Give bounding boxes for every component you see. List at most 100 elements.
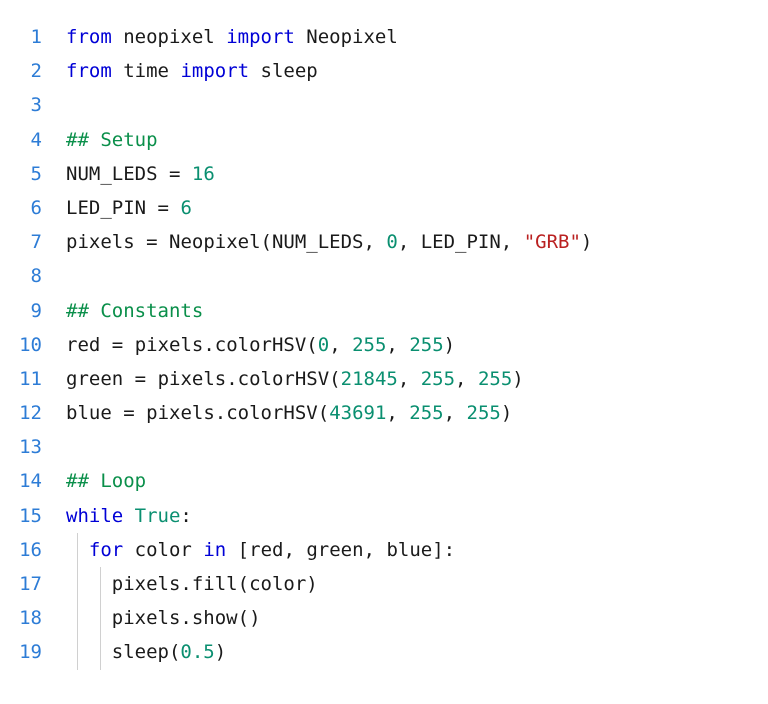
- line-number: 19: [0, 635, 42, 669]
- punctuation: (: [318, 402, 329, 424]
- code-line: sleep(0.5): [66, 635, 768, 669]
- identifier: NUM_LEDS: [272, 231, 364, 253]
- space: [180, 163, 191, 185]
- line-number: 11: [0, 362, 42, 396]
- identifier: show: [192, 607, 238, 629]
- identifier: Neopixel: [169, 231, 261, 253]
- space: [112, 60, 123, 82]
- code-line: ## Setup: [66, 123, 768, 157]
- number: 16: [192, 163, 215, 185]
- keyword: from: [66, 60, 112, 82]
- identifier: sleep: [261, 60, 318, 82]
- identifier: Neopixel: [306, 26, 398, 48]
- punctuation: ,: [329, 334, 352, 356]
- number: 255: [409, 402, 443, 424]
- space: [100, 334, 111, 356]
- indent-guide: [77, 601, 78, 635]
- space: [226, 539, 237, 561]
- number: 255: [421, 368, 455, 390]
- punctuation: ,: [455, 368, 478, 390]
- line-number: 17: [0, 567, 42, 601]
- number: 0: [318, 334, 329, 356]
- identifier: green: [306, 539, 363, 561]
- punctuation: .: [226, 368, 237, 390]
- code-line: green = pixels.colorHSV(21845, 255, 255): [66, 362, 768, 396]
- punctuation: :: [444, 539, 455, 561]
- code-line: ## Loop: [66, 464, 768, 498]
- space: [295, 26, 306, 48]
- code-line: NUM_LEDS = 16: [66, 157, 768, 191]
- punctuation: ): [215, 641, 226, 663]
- line-number: 8: [0, 259, 42, 293]
- number: 6: [180, 197, 191, 219]
- code-line: ## Constants: [66, 294, 768, 328]
- line-number: 12: [0, 396, 42, 430]
- punctuation: (: [238, 573, 249, 595]
- code-line: pixels.show(): [66, 601, 768, 635]
- operator: =: [169, 163, 180, 185]
- line-number: 18: [0, 601, 42, 635]
- identifier: NUM_LEDS: [66, 163, 158, 185]
- line-number: 7: [0, 225, 42, 259]
- identifier: pixels: [146, 402, 215, 424]
- line-number: 3: [0, 88, 42, 122]
- code-line: [66, 430, 768, 464]
- line-number: 1: [0, 20, 42, 54]
- punctuation: ,: [398, 231, 421, 253]
- punctuation: ): [444, 334, 455, 356]
- punctuation: .: [215, 402, 226, 424]
- line-number: 16: [0, 533, 42, 567]
- operator: =: [146, 231, 157, 253]
- punctuation: ,: [444, 402, 467, 424]
- space: [123, 505, 134, 527]
- line-number: 10: [0, 328, 42, 362]
- identifier: red: [66, 334, 100, 356]
- line-number: 5: [0, 157, 42, 191]
- punctuation: ): [501, 402, 512, 424]
- boolean: True: [135, 505, 181, 527]
- number: 255: [409, 334, 443, 356]
- comment: ## Constants: [66, 300, 203, 322]
- line-number: 14: [0, 464, 42, 498]
- space: [169, 197, 180, 219]
- identifier: pixels: [135, 334, 204, 356]
- code-line: from time import sleep: [66, 54, 768, 88]
- space: [146, 197, 157, 219]
- keyword: import: [180, 60, 249, 82]
- code-editor: 1 2 3 4 5 6 7 8 9 10 11 12 13 14 15 16 1…: [0, 20, 768, 670]
- code-line: LED_PIN = 6: [66, 191, 768, 225]
- space: [215, 26, 226, 48]
- space: [158, 231, 169, 253]
- line-number: 4: [0, 123, 42, 157]
- punctuation: (: [238, 607, 249, 629]
- space: [249, 60, 260, 82]
- identifier: LED_PIN: [421, 231, 501, 253]
- number: 0.5: [180, 641, 214, 663]
- space: [146, 368, 157, 390]
- identifier: green: [66, 368, 123, 390]
- code-line: while True:: [66, 499, 768, 533]
- identifier: color: [249, 573, 306, 595]
- code-line: blue = pixels.colorHSV(43691, 255, 255): [66, 396, 768, 430]
- code-line: from neopixel import Neopixel: [66, 20, 768, 54]
- punctuation: ): [512, 368, 523, 390]
- indent-guide: [100, 601, 101, 635]
- punctuation: ): [581, 231, 592, 253]
- identifier: colorHSV: [226, 402, 318, 424]
- identifier: fill: [192, 573, 238, 595]
- number: 255: [478, 368, 512, 390]
- code-content[interactable]: from neopixel import Neopixel from time …: [66, 20, 768, 670]
- identifier: red: [249, 539, 283, 561]
- punctuation: ,: [386, 334, 409, 356]
- space: [135, 402, 146, 424]
- string: "GRB": [524, 231, 581, 253]
- space: [112, 26, 123, 48]
- keyword: from: [66, 26, 112, 48]
- identifier: blue: [386, 539, 432, 561]
- number: 255: [467, 402, 501, 424]
- punctuation: ): [306, 573, 317, 595]
- indent-guide: [77, 567, 78, 601]
- keyword: import: [226, 26, 295, 48]
- punctuation: ,: [364, 539, 387, 561]
- indent-guide: [77, 635, 78, 669]
